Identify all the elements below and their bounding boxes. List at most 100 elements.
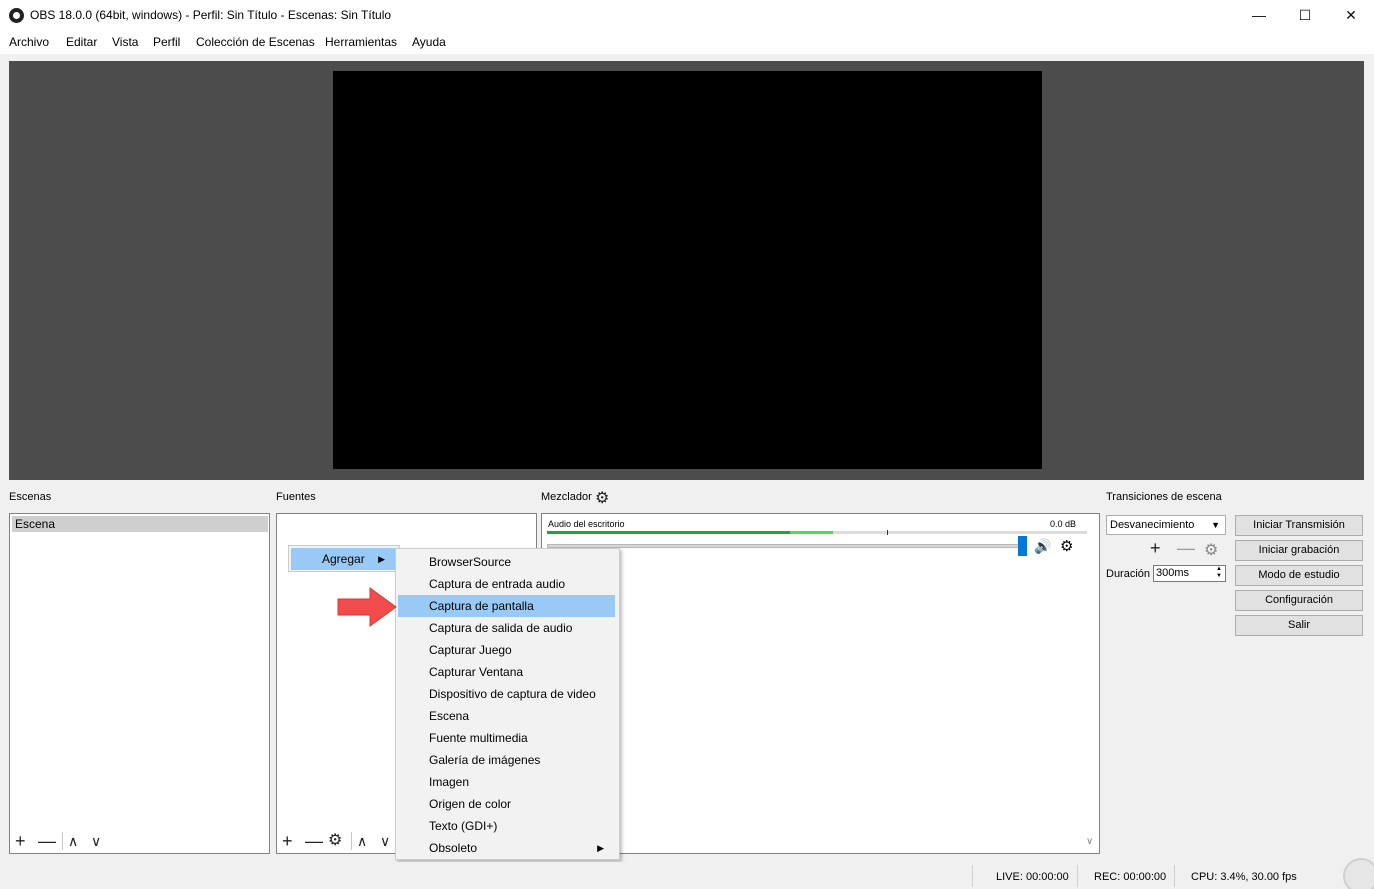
volume-slider-handle[interactable] (1018, 536, 1027, 556)
submenu-item-label: Origen de color (429, 797, 512, 811)
add-source-button[interactable]: + (282, 832, 293, 850)
submenu-arrow-icon: ▶ (378, 554, 385, 564)
scroll-down-icon[interactable]: ∨ (1086, 836, 1093, 847)
minimize-button[interactable]: — (1236, 0, 1282, 30)
add-source-submenu: BrowserSource Captura de entrada audio C… (395, 548, 620, 860)
title-bar: OBS 18.0.0 (64bit, windows) - Perfil: Si… (0, 0, 1374, 30)
toolbar-separator (62, 832, 63, 850)
audio-mixer: Audio del escritorio 0.0 dB 🔊 ⚙ ∨ (541, 513, 1100, 854)
move-scene-down-button[interactable]: ∨ (91, 832, 101, 850)
add-scene-button[interactable]: + (15, 832, 26, 850)
submenu-item-browsersource[interactable]: BrowserSource (398, 551, 615, 573)
watermark-logo (1343, 858, 1374, 889)
submenu-item-video-capture-device[interactable]: Dispositivo de captura de video (398, 683, 615, 705)
duration-spinner[interactable]: ▲ ▼ (1214, 566, 1224, 581)
context-menu-add-label: Agregar (322, 552, 365, 566)
scenes-list[interactable]: Escena + — ∧ ∨ (9, 513, 270, 854)
chevron-down-icon: ▼ (1211, 520, 1220, 530)
studio-mode-button[interactable]: Modo de estudio (1235, 565, 1363, 586)
speaker-icon[interactable]: 🔊 (1034, 538, 1051, 555)
preview-area[interactable] (9, 61, 1364, 480)
close-button[interactable]: ✕ (1328, 0, 1374, 30)
transition-selected-value: Desvanecimiento (1110, 519, 1195, 531)
audio-peak-marker (887, 530, 888, 535)
submenu-item-scene[interactable]: Escena (398, 705, 615, 727)
menu-vista[interactable]: Vista (112, 35, 138, 49)
submenu-item-label: Dispositivo de captura de video (429, 687, 596, 701)
submenu-item-audio-output-capture[interactable]: Captura de salida de audio (398, 617, 615, 639)
start-streaming-button[interactable]: Iniciar Transmisión (1235, 515, 1363, 536)
move-scene-up-button[interactable]: ∧ (68, 832, 78, 850)
source-settings-gear-icon[interactable]: ⚙ (328, 832, 342, 850)
submenu-item-label: Captura de entrada audio (429, 577, 566, 591)
transition-select[interactable]: Desvanecimiento ▼ (1106, 515, 1226, 535)
sources-dock-title: Fuentes (276, 491, 316, 503)
remove-source-button[interactable]: — (305, 832, 323, 850)
submenu-item-text-gdi[interactable]: Texto (GDI+) (398, 815, 615, 837)
menu-perfil[interactable]: Perfil (153, 35, 180, 49)
submenu-item-label: Obsoleto (429, 841, 478, 855)
move-source-up-button[interactable]: ∧ (357, 832, 367, 850)
status-separator (1077, 865, 1078, 887)
submenu-item-label: Fuente multimedia (429, 731, 528, 745)
scene-item[interactable]: Escena (12, 516, 268, 532)
audio-settings-gear-icon[interactable]: ⚙ (1060, 537, 1073, 555)
submenu-item-label: Escena (429, 709, 470, 723)
add-transition-button[interactable]: + (1150, 538, 1161, 559)
start-recording-button[interactable]: Iniciar grabación (1235, 540, 1363, 561)
settings-button[interactable]: Configuración (1235, 590, 1363, 611)
mixer-dock-title: Mezclador (541, 491, 592, 503)
transition-settings-gear-icon[interactable]: ⚙ (1204, 540, 1218, 560)
submenu-item-label: Captura de pantalla (429, 599, 534, 613)
toolbar-separator (351, 832, 352, 850)
submenu-item-label: Texto (GDI+) (429, 819, 498, 833)
submenu-item-color-source[interactable]: Origen de color (398, 793, 615, 815)
audio-level-fill (547, 531, 790, 534)
transitions-dock-title: Transiciones de escena (1106, 491, 1222, 503)
status-cpu: CPU: 3.4%, 30.00 fps (1191, 871, 1297, 883)
submenu-item-image-slideshow[interactable]: Galería de imágenes (398, 749, 615, 771)
status-separator (1174, 865, 1175, 887)
status-live: LIVE: 00:00:00 (996, 871, 1069, 883)
menu-archivo[interactable]: Archivo (9, 35, 49, 49)
exit-button[interactable]: Salir (1235, 615, 1363, 636)
obs-logo-icon (9, 8, 24, 23)
menu-editar[interactable]: Editar (66, 35, 97, 49)
menu-bar: Archivo Editar Vista Perfil Colección de… (0, 30, 1374, 54)
duration-label: Duración (1106, 568, 1151, 580)
audio-channel-name: Audio del escritorio (548, 519, 625, 529)
audio-channel-db: 0.0 dB (1050, 519, 1077, 529)
status-separator (972, 865, 973, 887)
menu-ayuda[interactable]: Ayuda (412, 35, 446, 49)
mixer-gear-icon[interactable]: ⚙ (595, 488, 609, 508)
menu-coleccion-escenas[interactable]: Colección de Escenas (196, 35, 315, 49)
submenu-item-deprecated[interactable]: Obsoleto ▶ (398, 837, 615, 859)
remove-scene-button[interactable]: — (38, 832, 56, 850)
submenu-item-window-capture[interactable]: Capturar Ventana (398, 661, 615, 683)
context-menu: Agregar ▶ (288, 545, 400, 572)
submenu-item-label: Imagen (429, 775, 470, 789)
submenu-item-audio-input-capture[interactable]: Captura de entrada audio (398, 573, 615, 595)
move-source-down-button[interactable]: ∨ (380, 832, 390, 850)
red-arrow-icon (337, 587, 397, 627)
audio-level-meter (547, 530, 1087, 535)
submenu-item-label: Captura de salida de audio (429, 621, 573, 635)
submenu-item-media-source[interactable]: Fuente multimedia (398, 727, 615, 749)
maximize-button[interactable]: ☐ (1282, 0, 1328, 30)
submenu-item-display-capture[interactable]: Captura de pantalla (398, 595, 615, 617)
submenu-arrow-icon: ▶ (597, 843, 604, 853)
duration-field[interactable]: 300ms ▲ ▼ (1153, 565, 1226, 582)
audio-peak-fill (790, 531, 834, 534)
submenu-item-game-capture[interactable]: Capturar Juego (398, 639, 615, 661)
scenes-dock-title: Escenas (9, 491, 52, 503)
status-bar: LIVE: 00:00:00 REC: 00:00:00 CPU: 3.4%, … (0, 862, 1374, 889)
submenu-item-label: Capturar Ventana (429, 665, 524, 679)
context-menu-add[interactable]: Agregar ▶ (291, 548, 397, 570)
preview-canvas[interactable] (333, 71, 1042, 469)
menu-herramientas[interactable]: Herramientas (325, 35, 397, 49)
submenu-item-label: BrowserSource (429, 555, 512, 569)
submenu-item-label: Galería de imágenes (429, 753, 541, 767)
remove-transition-button[interactable]: — (1177, 538, 1195, 559)
status-rec: REC: 00:00:00 (1094, 871, 1167, 883)
submenu-item-image[interactable]: Imagen (398, 771, 615, 793)
